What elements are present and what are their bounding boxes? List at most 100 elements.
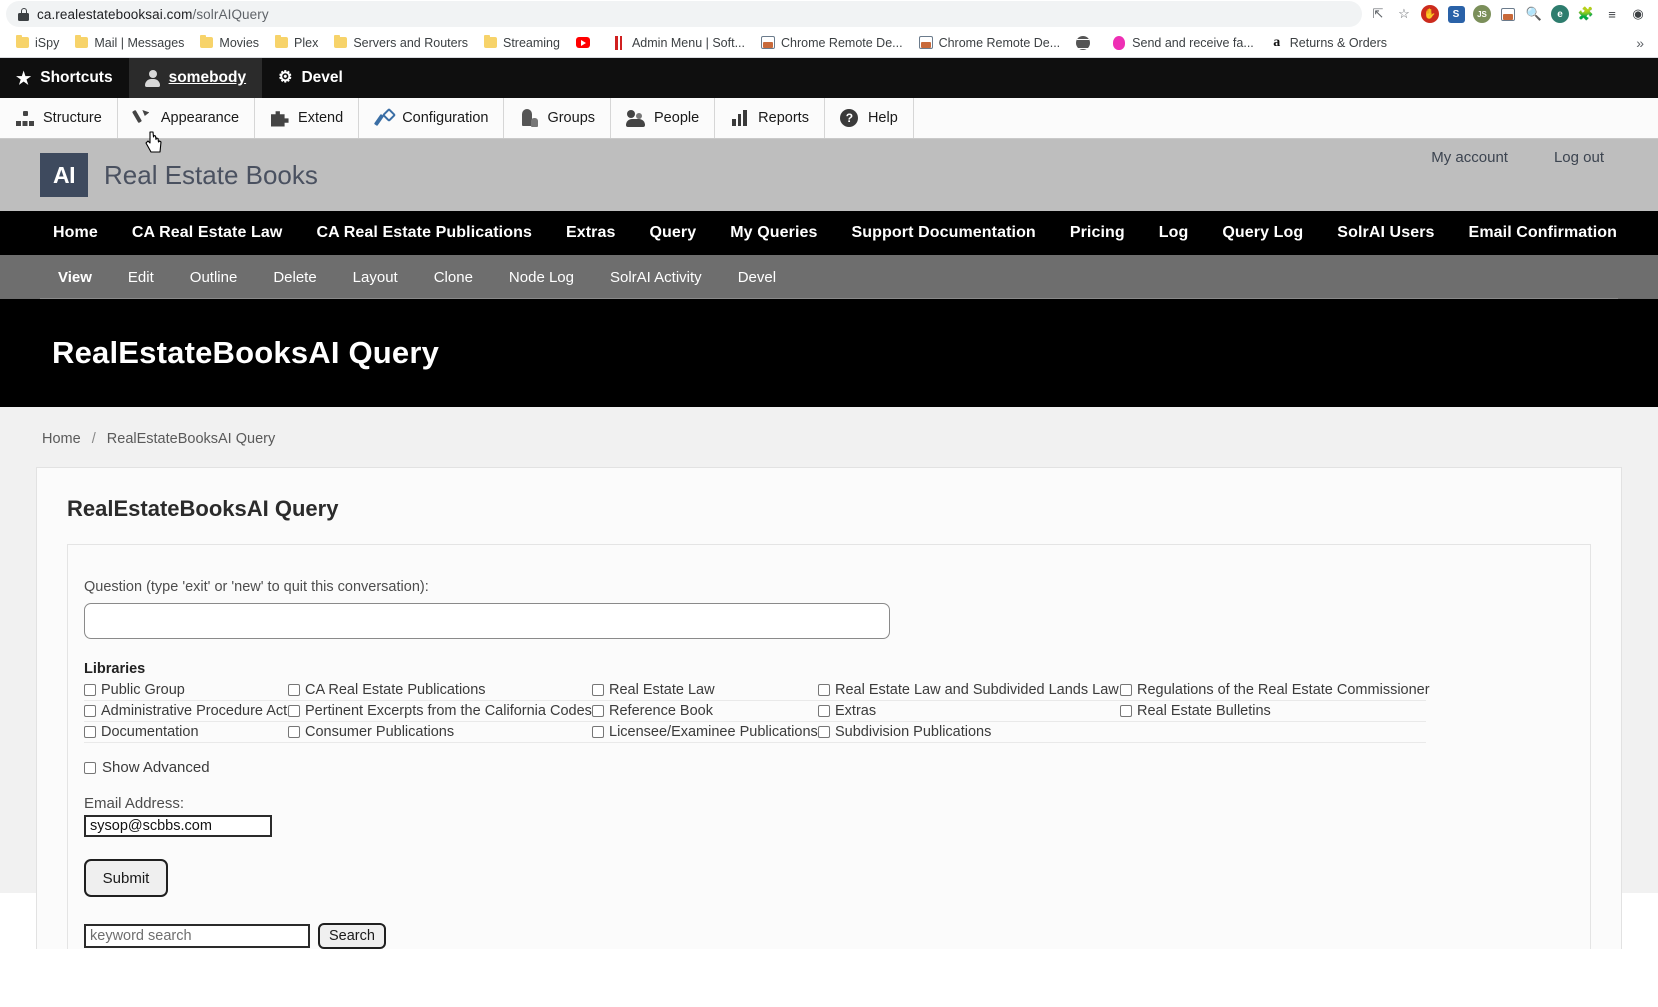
tab-solrai-activity[interactable]: SolrAI Activity [592,269,720,286]
bookmark-item[interactable]: Streaming [476,31,568,55]
nav-item-query-log[interactable]: Query Log [1205,224,1320,242]
bookmark-item[interactable]: Chrome Remote De... [753,31,911,55]
question-input[interactable] [84,603,890,639]
tab-delete[interactable]: Delete [255,269,334,286]
checkbox-icon[interactable] [592,726,604,738]
checkbox-show-advanced[interactable]: Show Advanced [84,759,1590,776]
tab-clone[interactable]: Clone [416,269,491,286]
checkbox-icon[interactable] [288,726,300,738]
checkbox-real-estate-bulletins[interactable]: Real Estate Bulletins [1120,703,1271,719]
admin-menu-item-help[interactable]: ? Help [825,98,914,138]
my-account-link[interactable]: My account [1431,149,1508,166]
extension-js-icon[interactable]: JS [1470,2,1494,26]
checkbox-icon[interactable] [84,726,96,738]
admin-menu-item-structure[interactable]: Structure [0,98,118,138]
checkbox-real-estate-law[interactable]: Real Estate Law [592,682,818,698]
tab-layout[interactable]: Layout [335,269,416,286]
breadcrumb-home[interactable]: Home [42,431,81,447]
checkbox-label: Licensee/Examinee Publications [609,724,818,740]
email-field[interactable] [84,815,272,837]
bookmark-item[interactable]: Servers and Routers [326,31,476,55]
checkbox-reference-book[interactable]: Reference Book [592,703,818,719]
bookmark-item[interactable]: Mail | Messages [67,31,192,55]
checkbox-regulations-of-the-real-estate-commissioner[interactable]: Regulations of the Real Estate Commissio… [1120,682,1430,698]
bookmarks-overflow-icon[interactable]: » [1630,35,1650,51]
search-button[interactable]: Search [318,923,386,949]
tab-node-log[interactable]: Node Log [491,269,592,286]
bookmark-item[interactable]: Chrome Remote De... [911,31,1069,55]
nav-item-email-confirmation[interactable]: Email Confirmation [1452,224,1634,242]
checkbox-ca-real-estate-publications[interactable]: CA Real Estate Publications [288,682,592,698]
nav-item-my-queries[interactable]: My Queries [713,224,834,242]
checkbox-icon[interactable] [84,705,96,717]
admin-menu-item-extend[interactable]: Extend [255,98,360,138]
nav-item-pricing[interactable]: Pricing [1053,224,1142,242]
extension-list-icon[interactable]: ≡ [1600,2,1624,26]
checkbox-icon[interactable] [1120,684,1132,696]
checkbox-icon[interactable] [1120,705,1132,717]
bookmark-item[interactable]: Plex [267,31,326,55]
checkbox-label: Subdivision Publications [835,724,992,740]
admin-menu-item-appearance[interactable]: Appearance [118,98,256,138]
checkbox-icon[interactable] [84,684,96,696]
checkbox-licensee-examinee-publications[interactable]: Licensee/Examinee Publications [592,724,818,740]
site-logo[interactable]: AI [40,153,88,197]
address-bar[interactable]: ca.realestatebooksai.com/solrAIQuery [6,1,1362,27]
checkbox-subdivision-publications[interactable]: Subdivision Publications [818,724,991,740]
bookmark-item[interactable]: a Returns & Orders [1262,31,1395,55]
checkbox-public-group[interactable]: Public Group [84,682,288,698]
admin-menu-item-configuration[interactable]: Configuration [359,98,505,138]
checkbox-icon[interactable] [818,705,830,717]
bookmark-star-icon[interactable]: ☆ [1392,2,1416,26]
submit-button[interactable]: Submit [84,859,168,897]
checkbox-administrative-procedure-act[interactable]: Administrative Procedure Act [84,703,288,719]
toolbar-tab-shortcuts[interactable]: ★ Shortcuts [0,58,129,98]
checkbox-icon[interactable] [592,705,604,717]
profile-avatar-icon[interactable]: ◉ [1626,2,1650,26]
bookmark-item[interactable]: iSpy [8,31,67,55]
checkbox-icon[interactable] [818,684,830,696]
tab-devel[interactable]: Devel [720,269,794,286]
extension-search-image-icon[interactable]: 🔍 [1522,2,1546,26]
tab-outline[interactable]: Outline [172,269,256,286]
admin-menu-item-reports[interactable]: Reports [715,98,825,138]
site-name: Real Estate Books [104,159,318,190]
admin-menu-item-groups[interactable]: Groups [504,98,612,138]
checkbox-consumer-publications[interactable]: Consumer Publications [288,724,592,740]
bookmark-item[interactable] [1068,31,1104,55]
checkbox-documentation[interactable]: Documentation [84,724,288,740]
extension-s-icon[interactable]: S [1444,2,1468,26]
log-out-link[interactable]: Log out [1554,149,1604,166]
extensions-puzzle-icon[interactable]: 🧩 [1574,2,1598,26]
tab-view[interactable]: View [40,269,110,286]
toolbar-tab-user[interactable]: somebody [128,58,263,98]
nav-item-ca-real-estate-publications[interactable]: CA Real Estate Publications [299,224,549,242]
nav-item-solrai-users[interactable]: SolrAI Users [1320,224,1451,242]
extension-ublock-icon[interactable]: ✋ [1418,2,1442,26]
nav-item-ca-real-estate-law[interactable]: CA Real Estate Law [115,224,300,242]
nav-item-query[interactable]: Query [632,224,713,242]
share-icon[interactable]: ⇱ [1366,2,1390,26]
admin-menu-item-people[interactable]: People [611,98,716,138]
nav-item-log[interactable]: Log [1142,224,1206,242]
extension-screenshot-icon[interactable] [1496,2,1520,26]
checkbox-icon[interactable] [288,684,300,696]
search-input[interactable] [84,924,310,948]
nav-item-home[interactable]: Home [36,224,115,242]
bookmark-item[interactable]: Movies [192,31,267,55]
checkbox-icon[interactable] [288,705,300,717]
nav-item-support-documentation[interactable]: Support Documentation [835,224,1053,242]
bookmark-item[interactable]: Send and receive fa... [1104,31,1262,55]
checkbox-icon[interactable] [818,726,830,738]
extension-e-icon[interactable]: e [1548,2,1572,26]
toolbar-tab-devel[interactable]: ⚙ Devel [262,58,359,98]
checkbox-real-estate-law-and-subdivided-lands-law[interactable]: Real Estate Law and Subdivided Lands Law [818,682,1120,698]
checkbox-icon[interactable] [592,684,604,696]
tab-edit[interactable]: Edit [110,269,172,286]
checkbox-extras[interactable]: Extras [818,703,1120,719]
bookmark-item[interactable]: Admin Menu | Soft... [604,31,753,55]
checkbox-icon[interactable] [84,761,96,774]
bookmark-item[interactable] [568,31,604,55]
checkbox-pertinent-excerpts-from-the-california-codes[interactable]: Pertinent Excerpts from the California C… [288,703,592,719]
nav-item-extras[interactable]: Extras [549,224,633,242]
